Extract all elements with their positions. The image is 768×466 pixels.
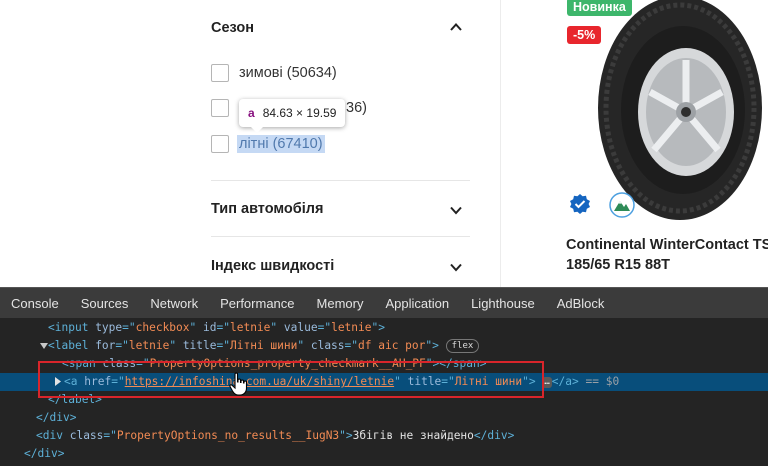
- tab-console[interactable]: Console: [0, 296, 70, 311]
- filter-season-title[interactable]: Сезон: [211, 20, 254, 36]
- season-option-label-highlighted[interactable]: літні (67410): [237, 134, 325, 153]
- product-title[interactable]: Continental WinterContact TS 185/65 R15 …: [566, 235, 768, 275]
- devtools-tab-bar: Console Sources Network Performance Memo…: [0, 287, 768, 318]
- chevron-down-icon[interactable]: [448, 259, 464, 275]
- hand-cursor-icon: [229, 372, 248, 396]
- dom-node-div-close[interactable]: </div>: [36, 409, 76, 427]
- filter-car-type-title[interactable]: Тип автомобіля: [211, 201, 323, 217]
- chevron-up-icon[interactable]: [448, 19, 464, 35]
- filter-speed-index-title[interactable]: Індекс швидкості: [211, 258, 334, 274]
- checkbox[interactable]: [211, 98, 229, 117]
- column-divider: [500, 0, 501, 287]
- checkbox[interactable]: [211, 134, 229, 153]
- tire-image[interactable]: [598, 0, 768, 220]
- season-option-label: 36): [346, 99, 367, 116]
- season-option-winter[interactable]: зимові (50634): [211, 63, 337, 82]
- snowflake-mountain-icon: [609, 192, 635, 218]
- tab-sources[interactable]: Sources: [70, 296, 140, 311]
- verified-badge-icon: [570, 194, 590, 214]
- web-page: Сезон зимові (50634) 36) літні (67410) a…: [0, 0, 768, 287]
- tab-performance[interactable]: Performance: [209, 296, 305, 311]
- element-inspector-tooltip: a 84.63 × 19.59: [239, 99, 346, 133]
- discount-badge: -5%: [567, 26, 602, 44]
- chevron-down-icon[interactable]: [448, 202, 464, 218]
- flex-badge[interactable]: flex: [445, 339, 480, 353]
- tab-adblock[interactable]: AdBlock: [546, 296, 616, 311]
- divider: [211, 180, 470, 181]
- dom-node-label[interactable]: <label for="letnie" title="Літні шини" c…: [48, 337, 480, 355]
- season-option-summer[interactable]: літні (67410): [211, 134, 325, 153]
- divider: [211, 236, 470, 237]
- tab-network[interactable]: Network: [139, 296, 209, 311]
- tooltip-size: 84.63 × 19.59: [262, 106, 337, 120]
- checkbox[interactable]: [211, 63, 229, 82]
- dom-node-div-close[interactable]: </div>: [24, 445, 64, 463]
- dom-node-div-no-results[interactable]: <div class="PropertyOptions_no_results__…: [36, 427, 514, 445]
- tooltip-tag: a: [248, 106, 255, 120]
- tab-application[interactable]: Application: [374, 296, 460, 311]
- season-option-label: зимові (50634): [239, 64, 337, 81]
- dom-node-input[interactable]: <input type="checkbox" id="letnie" value…: [48, 319, 385, 337]
- tab-memory[interactable]: Memory: [306, 296, 375, 311]
- tab-lighthouse[interactable]: Lighthouse: [460, 296, 546, 311]
- expand-triangle-icon[interactable]: [40, 342, 48, 350]
- annotation-highlight-box: [38, 361, 544, 398]
